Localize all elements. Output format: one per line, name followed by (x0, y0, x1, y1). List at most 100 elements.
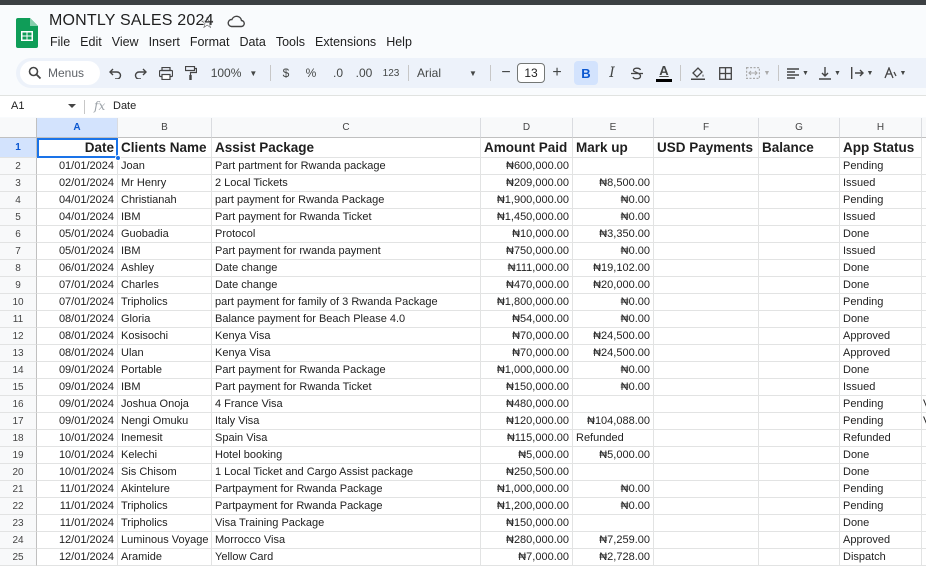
cell-usd[interactable] (654, 413, 759, 430)
cell-date[interactable]: 09/01/2024 (37, 362, 118, 379)
cell-overflow[interactable] (922, 277, 926, 294)
row-number[interactable]: 9 (0, 277, 37, 294)
cell-client[interactable]: Tripholics (118, 294, 212, 311)
cell-overflow[interactable] (922, 345, 926, 362)
cell-overflow[interactable] (922, 243, 926, 260)
cell-date[interactable]: 10/01/2024 (37, 430, 118, 447)
cell-overflow[interactable] (922, 464, 926, 481)
cell-status[interactable]: Dispatch (840, 549, 922, 566)
cell-markup[interactable]: ₦24,500.00 (573, 345, 654, 362)
cell-package[interactable]: Spain Visa (212, 430, 481, 447)
cell-paid[interactable]: ₦209,000.00 (481, 175, 573, 192)
cell-markup[interactable]: ₦5,000.00 (573, 447, 654, 464)
font-family-select[interactable]: Arial ▼ (417, 58, 483, 88)
cell-status[interactable]: Issued (840, 243, 922, 260)
row-number[interactable]: 2 (0, 158, 37, 175)
cell-balance[interactable] (759, 294, 840, 311)
cell-overflow[interactable] (922, 311, 926, 328)
fill-handle[interactable] (115, 155, 121, 161)
cell-balance[interactable] (759, 515, 840, 532)
row-number[interactable]: 5 (0, 209, 37, 226)
document-title[interactable]: MONTLY SALES 2024 (49, 12, 214, 30)
cell-markup[interactable] (573, 396, 654, 413)
row-number[interactable]: 23 (0, 515, 37, 532)
cell-paid[interactable]: ₦250,500.00 (481, 464, 573, 481)
cell-overflow[interactable] (922, 515, 926, 532)
cell-usd[interactable] (654, 430, 759, 447)
cell-client[interactable]: Mr Henry (118, 175, 212, 192)
cell-overflow[interactable] (922, 362, 926, 379)
cell-client[interactable]: Inemesit (118, 430, 212, 447)
header-cell[interactable]: USD Payments (654, 138, 759, 158)
cell-markup[interactable]: Refunded (573, 430, 654, 447)
cell-package[interactable]: part payment for family of 3 Rwanda Pack… (212, 294, 481, 311)
cell-date[interactable]: 07/01/2024 (37, 294, 118, 311)
cell-balance[interactable] (759, 243, 840, 260)
cell-usd[interactable] (654, 192, 759, 209)
cell-overflow[interactable] (922, 226, 926, 243)
menu-extensions[interactable]: Extensions (315, 35, 376, 49)
row-number[interactable]: 3 (0, 175, 37, 192)
cell-status[interactable]: Done (840, 311, 922, 328)
cell-package[interactable]: Date change (212, 277, 481, 294)
cell-date[interactable]: 08/01/2024 (37, 345, 118, 362)
cell-markup[interactable] (573, 158, 654, 175)
row-number[interactable]: 4 (0, 192, 37, 209)
row-number[interactable]: 21 (0, 481, 37, 498)
cell-date[interactable]: 04/01/2024 (37, 209, 118, 226)
cell-status[interactable]: Approved (840, 532, 922, 549)
cell-client[interactable]: Aramide (118, 549, 212, 566)
cell-paid[interactable]: ₦150,000.00 (481, 515, 573, 532)
cell-paid[interactable]: ₦54,000.00 (481, 311, 573, 328)
cell-markup[interactable]: ₦2,728.00 (573, 549, 654, 566)
vertical-align-button[interactable]: ▼ (816, 58, 844, 88)
cell-package[interactable]: Part payment for Rwanda Ticket (212, 209, 481, 226)
header-cell[interactable]: Balance (759, 138, 840, 158)
cell-usd[interactable] (654, 294, 759, 311)
column-header-a[interactable]: A (37, 118, 118, 138)
cell-date[interactable]: 01/01/2024 (37, 158, 118, 175)
cell-status[interactable]: Approved (840, 328, 922, 345)
chevron-down-icon[interactable] (68, 104, 76, 108)
cell-usd[interactable] (654, 328, 759, 345)
column-header-b[interactable]: B (118, 118, 212, 138)
cell-usd[interactable] (654, 515, 759, 532)
cell-status[interactable]: Done (840, 447, 922, 464)
cell-client[interactable]: IBM (118, 209, 212, 226)
menu-insert[interactable]: Insert (149, 35, 180, 49)
cell-date[interactable]: 10/01/2024 (37, 464, 118, 481)
cell-paid[interactable]: ₦1,900,000.00 (481, 192, 573, 209)
cell-overflow[interactable] (922, 430, 926, 447)
italic-button[interactable]: I (604, 58, 620, 88)
spreadsheet-grid[interactable]: A B C D E F G H 1 Date Clients Name Assist Package A… (0, 118, 926, 571)
cell-markup[interactable]: ₦104,088.00 (573, 413, 654, 430)
cell-balance[interactable] (759, 345, 840, 362)
menu-view[interactable]: View (112, 35, 139, 49)
row-number[interactable]: 13 (0, 345, 37, 362)
cell-status[interactable]: Pending (840, 294, 922, 311)
cell-status[interactable]: Done (840, 277, 922, 294)
cell-markup[interactable] (573, 515, 654, 532)
menu-edit[interactable]: Edit (80, 35, 102, 49)
row-number[interactable]: 24 (0, 532, 37, 549)
cell-overflow[interactable] (922, 209, 926, 226)
cell-paid[interactable]: ₦70,000.00 (481, 328, 573, 345)
cell-package[interactable]: Part partment for Rwanda package (212, 158, 481, 175)
cell-balance[interactable] (759, 396, 840, 413)
fill-color-button[interactable] (688, 58, 708, 88)
cell-client[interactable]: Sis Chisom (118, 464, 212, 481)
cell-markup[interactable]: ₦19,102.00 (573, 260, 654, 277)
cell-status[interactable]: Pending (840, 413, 922, 430)
cell-usd[interactable] (654, 447, 759, 464)
cell-status[interactable]: Pending (840, 396, 922, 413)
sheets-logo-icon[interactable] (16, 18, 38, 48)
cell-date[interactable]: 07/01/2024 (37, 277, 118, 294)
cell-client[interactable]: IBM (118, 243, 212, 260)
menu-help[interactable]: Help (386, 35, 412, 49)
cell-date[interactable]: 12/01/2024 (37, 532, 118, 549)
cell-balance[interactable] (759, 379, 840, 396)
paint-format-button[interactable] (180, 58, 202, 88)
cell-status[interactable]: Issued (840, 209, 922, 226)
cell-markup[interactable]: ₦0.00 (573, 294, 654, 311)
cell-balance[interactable] (759, 158, 840, 175)
